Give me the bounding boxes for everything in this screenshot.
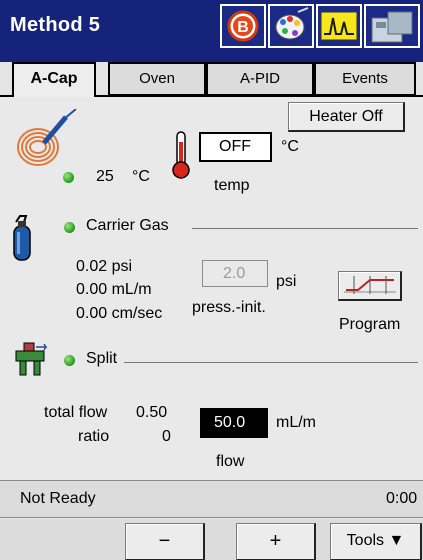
status-bar: Not Ready 0:00 bbox=[0, 480, 423, 518]
gas-cylinder-icon bbox=[10, 214, 34, 267]
status-text: Not Ready bbox=[20, 490, 96, 507]
split-title: Split bbox=[86, 350, 118, 367]
total-flow-value: 0.50 bbox=[136, 404, 168, 421]
tab-bar: A-Cap Oven A-PID Events bbox=[0, 62, 423, 98]
pressure-init-caption: press.-init. bbox=[192, 299, 266, 316]
carrier-flow-reading: 0.00 mL/m bbox=[76, 281, 152, 298]
pressure-init-unit: psi bbox=[276, 273, 297, 290]
temperature-setpoint-field[interactable]: OFF bbox=[199, 132, 272, 162]
split-valve-icon bbox=[12, 341, 50, 382]
setpoint-caption: temp bbox=[214, 177, 250, 194]
capillary-column-icon bbox=[14, 108, 80, 174]
tab-a-cap[interactable]: A-Cap bbox=[12, 62, 96, 98]
color-palette-icon[interactable] bbox=[268, 4, 314, 48]
increment-button[interactable]: + bbox=[236, 523, 316, 560]
split-flow-unit: mL/m bbox=[276, 414, 316, 431]
tab-a-pid[interactable]: A-PID bbox=[206, 62, 314, 96]
setpoint-unit: °C bbox=[281, 138, 299, 155]
bottom-toolbar: − + Tools ▼ bbox=[0, 519, 423, 560]
main-panel: 25 °C OFF °C temp Heater Off Carrier Gas… bbox=[0, 97, 423, 477]
method-title: Method 5 bbox=[10, 14, 101, 36]
carrier-gas-divider bbox=[192, 228, 418, 229]
program-label: Program bbox=[339, 316, 401, 333]
split-flow-caption: flow bbox=[216, 453, 245, 470]
tab-events[interactable]: Events bbox=[314, 62, 416, 96]
decrement-button[interactable]: − bbox=[125, 523, 205, 560]
tab-oven[interactable]: Oven bbox=[108, 62, 206, 96]
pressure-init-field[interactable]: 2.0 bbox=[202, 260, 268, 287]
instrument-module-icon[interactable] bbox=[364, 4, 420, 48]
carrier-velocity-reading: 0.00 cm/sec bbox=[76, 305, 163, 322]
heater-off-button[interactable]: Heater Off bbox=[288, 102, 405, 132]
title-bar: Method 5 B bbox=[0, 0, 423, 62]
svg-text:B: B bbox=[237, 19, 249, 36]
split-status-led bbox=[64, 355, 75, 366]
ratio-value: 0 bbox=[162, 428, 171, 445]
temperature-unit: °C bbox=[132, 168, 150, 185]
program-button[interactable] bbox=[338, 271, 402, 301]
status-time: 0:00 bbox=[386, 490, 418, 507]
split-divider bbox=[124, 362, 418, 363]
instrument-b-icon[interactable]: B bbox=[220, 4, 266, 48]
thermometer-icon bbox=[170, 130, 192, 185]
signal-peak-icon[interactable] bbox=[316, 4, 362, 48]
split-flow-field[interactable]: 50.0 bbox=[200, 408, 268, 438]
temperature-value: 25 bbox=[96, 168, 114, 185]
program-ramp-icon bbox=[343, 276, 396, 294]
carrier-pressure-reading: 0.02 psi bbox=[76, 258, 133, 275]
ratio-label: ratio bbox=[78, 428, 110, 445]
tools-menu-button[interactable]: Tools ▼ bbox=[330, 523, 422, 560]
temperature-status-led bbox=[63, 172, 74, 183]
total-flow-label: total flow bbox=[44, 404, 108, 421]
carrier-gas-status-led bbox=[64, 222, 75, 233]
carrier-gas-title: Carrier Gas bbox=[86, 217, 169, 234]
